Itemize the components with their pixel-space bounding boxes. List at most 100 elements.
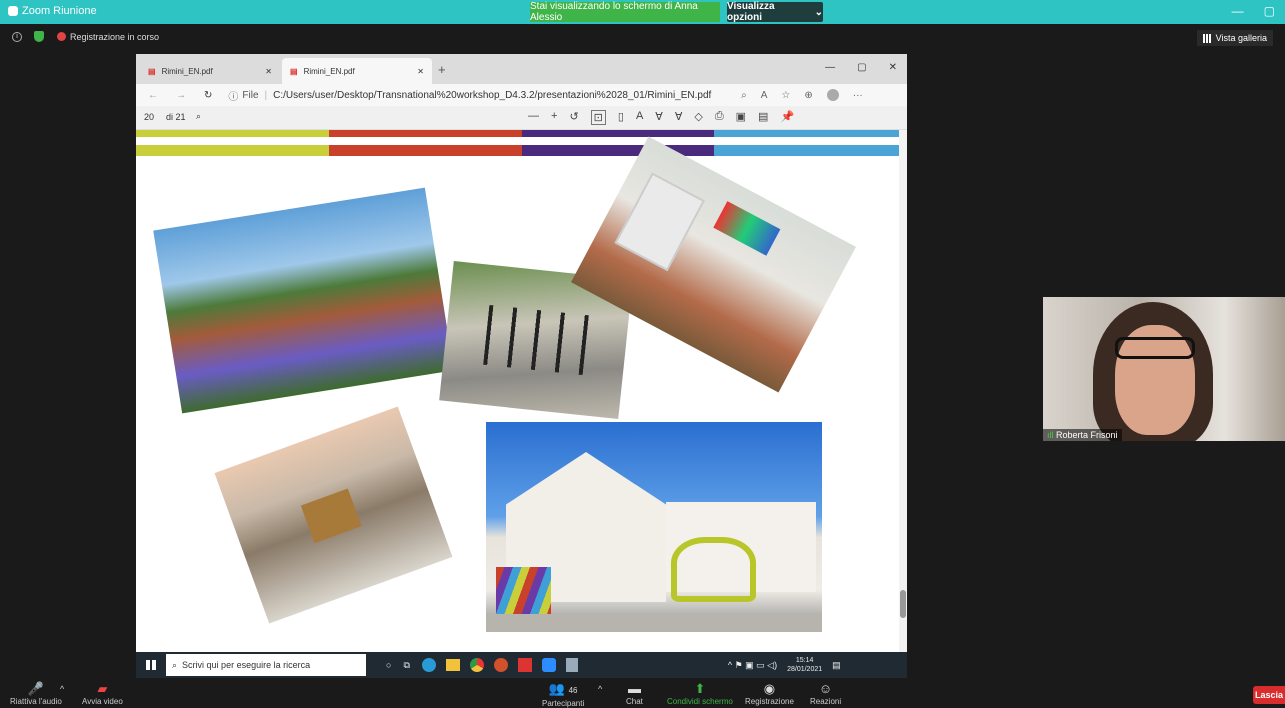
- pdf-page: [136, 130, 907, 660]
- mic-muted-icon: 🎤: [27, 681, 44, 696]
- restore-icon[interactable]: ▢: [1264, 4, 1275, 18]
- record-icon: ◉: [763, 681, 776, 696]
- participant-name-label: ıll Roberta Frisoni: [1043, 429, 1122, 441]
- collections-icon[interactable]: ⊕: [804, 90, 812, 101]
- close-icon[interactable]: ✕: [417, 67, 424, 76]
- record-button[interactable]: ◉ Registrazione: [745, 681, 794, 707]
- powerpoint-icon[interactable]: [493, 658, 508, 672]
- grid-icon: [1202, 33, 1212, 43]
- restore-icon[interactable]: ▢: [857, 62, 866, 73]
- zoom-out-icon[interactable]: —: [528, 110, 539, 125]
- start-video-button[interactable]: ▰ Avvia video: [82, 681, 123, 707]
- recording-label: Registrazione in corso: [70, 32, 160, 42]
- tab-pdf-1[interactable]: ▤ Rimini_EN.pdf ✕: [140, 58, 280, 84]
- chat-icon: ▬: [627, 681, 641, 696]
- taskbar-search[interactable]: ⌕ Scrivi qui per eseguire la ricerca: [166, 654, 366, 676]
- tab-pdf-2[interactable]: ▤ Rimini_EN.pdf ✕: [282, 58, 432, 84]
- zoom-control-bar: 🎤 Riattiva l'audio ^ ▰ Avvia video 👥 46 …: [0, 680, 1285, 708]
- profile-icon[interactable]: [826, 89, 839, 101]
- color-stripe-top: [136, 130, 907, 137]
- edge-icon[interactable]: [421, 658, 436, 672]
- participant-video[interactable]: ıll Roberta Frisoni: [1043, 297, 1285, 441]
- fit-page-icon[interactable]: ⊡: [590, 110, 606, 125]
- chat-button[interactable]: ▬ Chat: [626, 681, 643, 707]
- tab-bar: ▤ Rimini_EN.pdf ✕ ▤ Rimini_EN.pdf ✕ + — …: [136, 54, 907, 84]
- windows-start-icon[interactable]: [146, 660, 156, 670]
- pdf-toolbar: 20 di 21 ⌕ — + ↺ ⊡ ▯ A ∀ ∀ ◇ ⎙ ▣ ▤ 📌: [136, 106, 907, 130]
- page-total: di 21: [166, 112, 186, 122]
- cargo-bike-photo: [214, 406, 453, 624]
- chevron-up-icon[interactable]: ^: [60, 684, 64, 694]
- save-as-icon[interactable]: ▤: [758, 110, 768, 125]
- favorite-icon[interactable]: ☆: [781, 90, 790, 101]
- notification-icon[interactable]: ▤: [832, 660, 841, 671]
- share-banner: Stai visualizzando lo schermo di Anna Al…: [530, 1, 720, 23]
- draw-icon[interactable]: ∀: [655, 110, 663, 125]
- close-icon[interactable]: ✕: [889, 62, 897, 73]
- window-controls: — ▢: [1232, 4, 1275, 18]
- print-icon[interactable]: ⎙: [715, 110, 724, 125]
- more-icon[interactable]: ···: [853, 90, 863, 101]
- file-explorer-icon[interactable]: [445, 659, 460, 671]
- reactions-icon: ☺: [818, 681, 833, 696]
- window-title: Zoom Riunione: [8, 5, 97, 17]
- task-view-icon[interactable]: ⧉: [403, 660, 409, 671]
- chrome-icon[interactable]: [469, 658, 484, 672]
- clock[interactable]: 15:14 28/01/2021: [787, 656, 822, 674]
- tray-icons[interactable]: ^ ⚑ ▣ ▭ ◁): [728, 660, 777, 671]
- back-icon[interactable]: ←: [148, 90, 158, 101]
- glasses: [1115, 337, 1195, 359]
- pin-icon[interactable]: 📌: [780, 110, 794, 125]
- minimize-icon[interactable]: —: [825, 62, 835, 73]
- info-icon: ⓘ: [228, 91, 239, 103]
- shield-icon[interactable]: [34, 31, 44, 42]
- rotate-icon[interactable]: ↺: [569, 110, 578, 125]
- bike-sculpture-icon: [671, 537, 756, 602]
- gallery-view-button[interactable]: Vista galleria: [1196, 30, 1273, 46]
- app-icon[interactable]: [517, 658, 532, 672]
- read-aloud-icon[interactable]: A: [761, 90, 768, 101]
- forward-icon[interactable]: →: [176, 90, 186, 101]
- zoom-app-icon[interactable]: [541, 658, 556, 672]
- windows-taskbar: ⌕ Scrivi qui per eseguire la ricerca ○ ⧉…: [136, 652, 907, 678]
- meeting-info-row: i Registrazione in corso: [0, 26, 1285, 48]
- pdf-icon: ▤: [148, 66, 156, 76]
- refresh-icon[interactable]: ↻: [204, 90, 212, 101]
- zoom-icon[interactable]: ⌕: [741, 90, 747, 101]
- share-screen-button[interactable]: ⬆ Condividi schermo: [667, 681, 733, 707]
- search-icon: ⌕: [172, 659, 178, 670]
- search-icon[interactable]: ⌕: [196, 111, 201, 122]
- close-icon[interactable]: ✕: [265, 67, 272, 76]
- notepad-icon[interactable]: [565, 658, 578, 672]
- browser-window-controls: — ▢ ✕: [825, 62, 897, 73]
- read-aloud-icon[interactable]: A: [636, 110, 643, 125]
- signal-icon: ıll: [1047, 430, 1054, 440]
- video-off-icon: ▰: [97, 681, 108, 696]
- page-view-icon[interactable]: ▯: [618, 110, 624, 125]
- leave-button[interactable]: Lascia: [1253, 686, 1285, 704]
- scrollbar[interactable]: [899, 130, 907, 660]
- zoom-in-icon[interactable]: +: [551, 110, 557, 125]
- share-screen-icon: ⬆: [694, 681, 706, 696]
- minimize-icon[interactable]: —: [1232, 4, 1244, 18]
- info-icon[interactable]: i: [12, 32, 22, 42]
- erase-icon[interactable]: ◇: [694, 110, 702, 125]
- pdf-icon: ▤: [290, 66, 298, 76]
- color-stripe: [136, 145, 907, 156]
- pdf-tools: — + ↺ ⊡ ▯ A ∀ ∀ ◇ ⎙ ▣ ▤ 📌: [528, 110, 794, 125]
- new-tab-icon[interactable]: +: [438, 62, 446, 77]
- unmute-button[interactable]: 🎤 Riattiva l'audio: [10, 681, 62, 707]
- highlight-icon[interactable]: ∀: [675, 110, 683, 125]
- participants-button[interactable]: 👥 46 Partecipanti: [542, 682, 584, 708]
- url-field[interactable]: C:/Users/user/Desktop/Transnational%20wo…: [273, 90, 713, 101]
- shared-browser-window: ▤ Rimini_EN.pdf ✕ ▤ Rimini_EN.pdf ✕ + — …: [136, 54, 907, 678]
- cortana-icon[interactable]: ○: [386, 660, 391, 670]
- save-icon[interactable]: ▣: [736, 110, 746, 125]
- bike-park-building-photo: [486, 422, 822, 632]
- recording-icon: [57, 32, 66, 41]
- reactions-button[interactable]: ☺ Reazioni: [810, 681, 841, 707]
- view-options-button[interactable]: Visualizza opzioni ⌄: [727, 1, 823, 23]
- chevron-up-icon[interactable]: ^: [598, 684, 602, 694]
- address-bar: ← → ↻ ⓘ File | C:/Users/user/Desktop/Tra…: [136, 84, 907, 106]
- page-number-input[interactable]: 20: [144, 112, 154, 122]
